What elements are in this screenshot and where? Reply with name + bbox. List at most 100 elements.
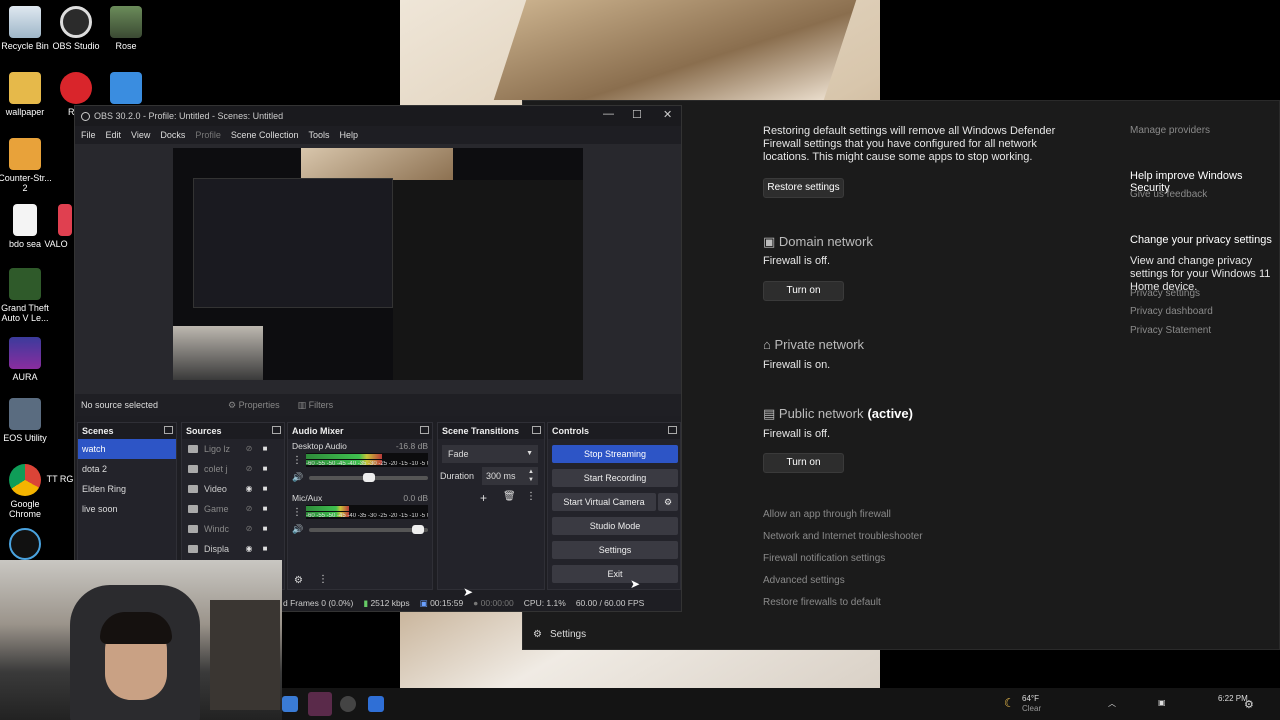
- privacy-statement-link[interactable]: Privacy Statement: [1130, 325, 1211, 336]
- virtual-camera-gear-icon[interactable]: ⚙: [658, 493, 678, 511]
- public-network-heading[interactable]: ▤ Public network (active): [763, 406, 913, 422]
- chevron-up-icon[interactable]: ︿: [1108, 698, 1116, 709]
- private-network-heading[interactable]: ⌂ Private network: [763, 337, 864, 352]
- domain-network-heading[interactable]: ▣ Domain network: [763, 234, 873, 250]
- undock-icon[interactable]: [272, 426, 281, 434]
- start-virtual-camera-button[interactable]: Start Virtual Camera: [552, 493, 656, 511]
- lock-icon[interactable]: ■: [260, 439, 270, 459]
- desktop-icon-valorant[interactable]: VALO: [36, 204, 76, 249]
- kebab-menu-icon[interactable]: ⋮: [292, 455, 302, 466]
- menu-file[interactable]: File: [81, 130, 96, 140]
- kebab-menu-icon[interactable]: ⋮: [318, 574, 328, 585]
- menu-view[interactable]: View: [131, 130, 150, 140]
- properties-button[interactable]: ⚙ Properties: [228, 400, 280, 411]
- close-icon[interactable]: ✕: [663, 108, 672, 121]
- exit-button[interactable]: Exit: [552, 565, 678, 583]
- privacy-dashboard-link[interactable]: Privacy dashboard: [1130, 306, 1213, 317]
- taskbar-app-icon[interactable]: [282, 696, 298, 712]
- desktop-icon-counter-strike[interactable]: Counter-Str... 2: [0, 138, 55, 193]
- shield-icon[interactable]: [368, 696, 384, 712]
- menu-tools[interactable]: Tools: [308, 130, 329, 140]
- filters-button[interactable]: ▥ Filters: [298, 400, 334, 411]
- volume-slider[interactable]: [309, 472, 428, 482]
- menu-docks[interactable]: Docks: [160, 130, 185, 140]
- trash-icon[interactable]: 🗑: [503, 491, 516, 502]
- menu-edit[interactable]: Edit: [106, 130, 122, 140]
- eye-hidden-icon[interactable]: ⊘: [244, 499, 254, 519]
- lock-icon[interactable]: ■: [260, 499, 270, 519]
- menu-scene-collection[interactable]: Scene Collection: [231, 130, 299, 140]
- spin-arrows-icon[interactable]: ▲ ▼: [528, 468, 534, 484]
- undock-icon[interactable]: [532, 426, 541, 434]
- volume-slider[interactable]: [309, 524, 428, 534]
- public-turn-on-button[interactable]: Turn on: [763, 453, 844, 473]
- duration-spinbox[interactable]: 300 ms ▲ ▼: [482, 467, 538, 485]
- desktop-icon-app-cube[interactable]: [96, 72, 156, 107]
- preview-area[interactable]: [75, 144, 681, 394]
- eye-icon[interactable]: ◉: [244, 539, 254, 559]
- lock-icon[interactable]: ■: [260, 539, 270, 559]
- lock-icon[interactable]: ■: [260, 479, 270, 499]
- source-item[interactable]: Displa ◉ ■: [182, 539, 284, 559]
- undock-icon[interactable]: [420, 426, 429, 434]
- menu-profile[interactable]: Profile: [195, 130, 221, 140]
- eye-hidden-icon[interactable]: ⊘: [244, 459, 254, 479]
- volume-knob[interactable]: [412, 524, 425, 534]
- link-allow-app[interactable]: Allow an app through firewall: [763, 509, 891, 520]
- maximize-icon[interactable]: ☐: [632, 108, 642, 121]
- eye-hidden-icon[interactable]: ⊘: [244, 519, 254, 539]
- stop-streaming-button[interactable]: Stop Streaming: [552, 445, 678, 463]
- document-icon: [13, 204, 37, 236]
- speaker-icon[interactable]: 🔊: [292, 472, 303, 483]
- source-item[interactable]: colet j ⊘ ■: [182, 459, 284, 479]
- scene-item[interactable]: live soon: [78, 499, 176, 519]
- desktop-icon-power[interactable]: [0, 528, 55, 563]
- source-item[interactable]: Windc ⊘ ■: [182, 519, 284, 539]
- manage-providers-link[interactable]: Manage providers: [1130, 125, 1210, 136]
- desktop-icon-rose[interactable]: Rose: [96, 6, 156, 51]
- sidebar-settings[interactable]: ⚙ Settings: [533, 629, 586, 640]
- transition-select[interactable]: Fade ▼: [442, 445, 538, 463]
- privacy-settings-link[interactable]: Privacy settings: [1130, 288, 1200, 299]
- undock-icon[interactable]: [164, 426, 173, 434]
- restore-settings-button[interactable]: Restore settings: [763, 178, 844, 198]
- source-item[interactable]: Game ⊘ ■: [182, 499, 284, 519]
- settings-button[interactable]: Settings: [552, 541, 678, 559]
- mouse-cursor-icon: ➤: [463, 585, 474, 599]
- link-troubleshooter[interactable]: Network and Internet troubleshooter: [763, 531, 923, 542]
- give-feedback-link[interactable]: Give us feedback: [1130, 189, 1207, 200]
- mixer-gear-icon[interactable]: ⚙: [294, 575, 303, 586]
- studio-mode-button[interactable]: Studio Mode: [552, 517, 678, 535]
- desktop-icon-aura[interactable]: AURA: [0, 337, 55, 382]
- domain-turn-on-button[interactable]: Turn on: [763, 281, 844, 301]
- speaker-icon[interactable]: 🔊: [292, 524, 303, 535]
- desktop-icon-google-chrome[interactable]: Google Chrome: [0, 464, 55, 519]
- link-notification-settings[interactable]: Firewall notification settings: [763, 553, 885, 564]
- kebab-menu-icon[interactable]: ⋮: [526, 491, 536, 502]
- eye-icon[interactable]: ◉: [244, 479, 254, 499]
- weather-temp[interactable]: 64°F: [1022, 694, 1039, 703]
- scene-item[interactable]: dota 2: [78, 459, 176, 479]
- volume-knob[interactable]: [362, 472, 375, 482]
- lock-icon[interactable]: ■: [260, 519, 270, 539]
- steam-icon[interactable]: [308, 692, 332, 716]
- add-transition-icon[interactable]: +: [480, 491, 487, 505]
- tray-app-icon[interactable]: ▣: [1158, 698, 1166, 707]
- desktop-icon-gta-v[interactable]: Grand Theft Auto V Le...: [0, 268, 55, 323]
- scene-item[interactable]: Elden Ring: [78, 479, 176, 499]
- source-item[interactable]: Ligo lz ⊘ ■: [182, 439, 284, 459]
- start-recording-button[interactable]: Start Recording: [552, 469, 678, 487]
- lock-icon[interactable]: ■: [260, 459, 270, 479]
- undock-icon[interactable]: [668, 426, 677, 434]
- menu-help[interactable]: Help: [339, 130, 358, 140]
- obs-taskbar-icon[interactable]: [340, 696, 356, 712]
- minimize-icon[interactable]: —: [603, 108, 614, 120]
- scene-item[interactable]: watch: [78, 439, 176, 459]
- eye-hidden-icon[interactable]: ⊘: [244, 439, 254, 459]
- desktop-icon-eos-utility[interactable]: EOS Utility: [0, 398, 55, 443]
- source-item[interactable]: Video ◉ ■: [182, 479, 284, 499]
- kebab-menu-icon[interactable]: ⋮: [292, 507, 302, 518]
- link-advanced-settings[interactable]: Advanced settings: [763, 575, 845, 586]
- link-restore-defaults[interactable]: Restore firewalls to default: [763, 597, 881, 608]
- gear-icon[interactable]: ⚙: [1244, 698, 1254, 711]
